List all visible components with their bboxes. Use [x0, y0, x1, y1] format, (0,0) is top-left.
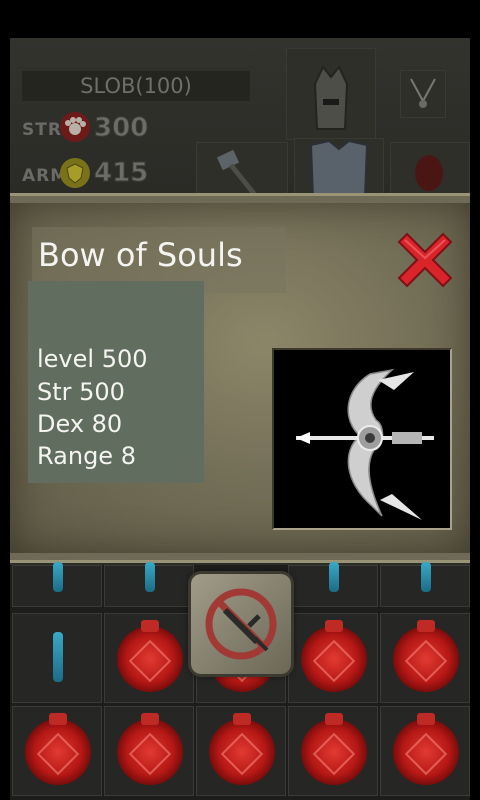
blue-scroll-icon: [53, 562, 63, 592]
red-potion-icon: [117, 713, 183, 785]
equip-slot-gloves[interactable]: [390, 142, 470, 196]
inventory-slot[interactable]: [288, 562, 378, 607]
inventory-slot[interactable]: [104, 613, 194, 703]
item-stat-range: Range 8: [37, 442, 136, 470]
equip-slot-armor[interactable]: [294, 138, 384, 198]
character-name: SLOB(100): [22, 71, 250, 101]
inventory-slot[interactable]: [104, 706, 194, 796]
blue-scroll-icon: [53, 632, 63, 682]
red-potion-icon: [301, 713, 367, 785]
item-stat-level: level 500: [37, 345, 148, 373]
bow-icon: [296, 368, 434, 520]
close-x-icon: [397, 232, 453, 288]
red-potion-icon: [209, 713, 275, 785]
item-image-frame: [272, 348, 452, 530]
paw-icon: [60, 112, 90, 142]
red-potion-icon: [393, 620, 459, 692]
inventory-slot[interactable]: [12, 562, 102, 607]
status-bar: [0, 0, 480, 38]
item-detail-dialog: Bow of Souls level 500 Str 500 Dex 80 Ra…: [10, 193, 470, 563]
no-sword-icon: [205, 588, 277, 660]
character-panel: SLOB(100) STR 300 ARM 415: [10, 38, 470, 198]
blue-scroll-icon: [329, 562, 339, 592]
inventory-slot[interactable]: [380, 706, 470, 796]
blue-scroll-icon: [145, 562, 155, 592]
arm-value: 415: [93, 158, 149, 189]
inventory-slot[interactable]: [380, 562, 470, 607]
red-potion-icon: [25, 713, 91, 785]
item-stat-str: Str 500: [37, 378, 125, 406]
str-label: STR: [22, 120, 62, 140]
inventory-slot[interactable]: [12, 613, 102, 703]
shield-icon: [60, 158, 90, 188]
inventory-slot[interactable]: [288, 706, 378, 796]
item-stat-dex: Dex 80: [37, 410, 123, 438]
inventory-slot[interactable]: [12, 706, 102, 796]
red-potion-icon: [393, 713, 459, 785]
item-title: Bow of Souls: [38, 236, 243, 274]
unequip-button[interactable]: [191, 574, 291, 674]
equip-slot-weapon[interactable]: [196, 142, 288, 197]
blue-scroll-icon: [421, 562, 431, 592]
inventory-slot[interactable]: [196, 706, 286, 796]
red-potion-icon: [117, 620, 183, 692]
str-value: 300: [93, 113, 149, 144]
inventory-slot[interactable]: [380, 613, 470, 703]
red-potion-icon: [301, 620, 367, 692]
inventory-slot[interactable]: [288, 613, 378, 703]
inventory-slot[interactable]: [104, 562, 194, 607]
game-screen: SLOB(100) STR 300 ARM 415 Bow of Souls l…: [10, 38, 470, 800]
equip-slot-amulet[interactable]: [400, 70, 446, 118]
equip-slot-helmet[interactable]: [286, 48, 376, 140]
close-button[interactable]: [393, 228, 457, 292]
